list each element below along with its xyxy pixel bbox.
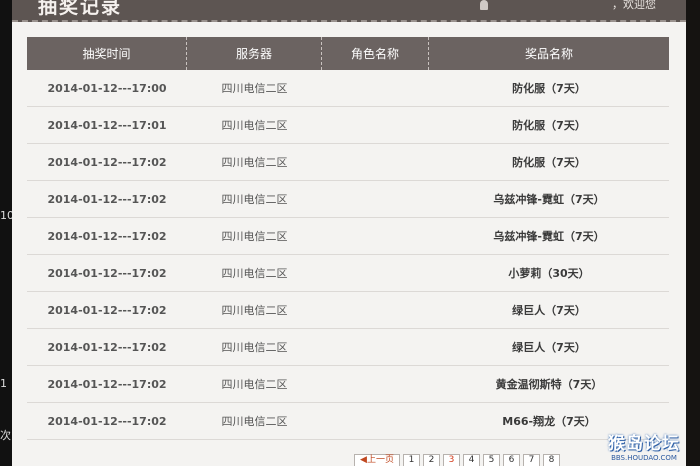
cell-role-name	[322, 181, 429, 217]
lottery-record-dialog: 抽奖记录 ，欢迎您 抽奖时间 服务器 角色名称 奖品名称 2014-01-12-…	[12, 0, 686, 466]
page-button-3[interactable]: 3	[443, 454, 460, 466]
column-header-server: 服务器	[187, 37, 322, 70]
dialog-header: 抽奖记录 ，欢迎您	[12, 0, 686, 22]
cell-server: 四川电信二区	[221, 341, 288, 354]
forum-watermark: 猴岛论坛 BBS.HOUDAO.COM	[608, 429, 680, 462]
table-row: 2014-01-12---17:02 四川电信二区 绿巨人（7天）	[27, 292, 669, 329]
cell-role-name	[322, 329, 429, 365]
cell-draw-time: 2014-01-12---17:00	[47, 81, 167, 95]
cell-server: 四川电信二区	[221, 119, 288, 132]
cell-role-name	[322, 144, 429, 180]
cell-draw-time: 2014-01-12---17:02	[47, 377, 167, 391]
cell-server: 四川电信二区	[221, 230, 288, 243]
cell-draw-time: 2014-01-12---17:02	[47, 192, 167, 206]
background-fragment: 10	[0, 209, 14, 222]
dialog-title: 抽奖记录	[38, 0, 123, 18]
page-button-5[interactable]: 5	[483, 454, 500, 466]
cell-role-name	[322, 70, 429, 106]
column-header-role-name: 角色名称	[322, 37, 429, 70]
background-fragment: 次	[0, 429, 11, 442]
watermark-logo-text: 猴岛论坛	[608, 434, 680, 454]
prev-page-button[interactable]: ◀ 上一页	[354, 454, 400, 466]
cell-server: 四川电信二区	[221, 193, 288, 206]
cell-prize-name: 防化服（7天）	[512, 82, 586, 95]
table-row: 2014-01-12---17:01 四川电信二区 防化服（7天）	[27, 107, 669, 144]
cell-draw-time: 2014-01-12---17:02	[47, 340, 167, 354]
table-row: 2014-01-12---17:02 四川电信二区 防化服（7天）	[27, 144, 669, 181]
cell-role-name	[322, 255, 429, 291]
cell-role-name	[322, 403, 429, 439]
table-row: 2014-01-12---17:02 四川电信二区 乌兹冲锋-霓虹（7天）	[27, 181, 669, 218]
background-fragment: 1	[0, 377, 7, 390]
greeting-text: ，欢迎您	[612, 0, 656, 11]
page-number-list: 12345678	[403, 454, 560, 466]
user-icon	[480, 0, 488, 10]
table-row: 2014-01-12---17:02 四川电信二区 绿巨人（7天）	[27, 329, 669, 366]
cell-server: 四川电信二区	[221, 415, 288, 428]
cell-draw-time: 2014-01-12---17:02	[47, 155, 167, 169]
cell-role-name	[322, 218, 429, 254]
watermark-url: BBS.HOUDAO.COM	[611, 454, 677, 462]
table-row: 2014-01-12---17:02 四川电信二区 黄金温彻斯特（7天）	[27, 366, 669, 403]
page-button-1[interactable]: 1	[403, 454, 420, 466]
cell-prize-name: 防化服（7天）	[512, 156, 586, 169]
cell-prize-name: 小萝莉（30天）	[508, 267, 590, 280]
page-button-7[interactable]: 7	[523, 454, 540, 466]
cell-draw-time: 2014-01-12---17:02	[47, 303, 167, 317]
cell-prize-name: 绿巨人（7天）	[512, 341, 586, 354]
table-header: 抽奖时间 服务器 角色名称 奖品名称	[27, 37, 669, 70]
page-button-2[interactable]: 2	[423, 454, 440, 466]
cell-server: 四川电信二区	[221, 267, 288, 280]
table-row: 2014-01-12---17:02 四川电信二区 乌兹冲锋-霓虹（7天）	[27, 218, 669, 255]
cell-server: 四川电信二区	[221, 82, 288, 95]
cell-draw-time: 2014-01-12---17:01	[47, 118, 167, 132]
cell-draw-time: 2014-01-12---17:02	[47, 414, 167, 428]
cell-server: 四川电信二区	[221, 156, 288, 169]
page-button-8[interactable]: 8	[543, 454, 560, 466]
prev-page-label: 上一页	[366, 455, 394, 465]
cell-prize-name: 黄金温彻斯特（7天）	[495, 378, 603, 391]
page-button-4[interactable]: 4	[463, 454, 480, 466]
cell-prize-name: 乌兹冲锋-霓虹（7天）	[493, 230, 605, 243]
cell-role-name	[322, 107, 429, 143]
cell-server: 四川电信二区	[221, 378, 288, 391]
pagination: ◀ 上一页 12345678	[354, 454, 560, 466]
table-row: 2014-01-12---17:02 四川电信二区 M66-翔龙（7天）	[27, 403, 669, 440]
cell-server: 四川电信二区	[221, 304, 288, 317]
page-button-6[interactable]: 6	[503, 454, 520, 466]
column-header-draw-time: 抽奖时间	[27, 37, 187, 70]
background-right-strip	[686, 0, 700, 466]
cell-role-name	[322, 366, 429, 402]
cell-draw-time: 2014-01-12---17:02	[47, 266, 167, 280]
column-header-prize-name: 奖品名称	[524, 47, 573, 61]
cell-draw-time: 2014-01-12---17:02	[47, 229, 167, 243]
table-body: 2014-01-12---17:00 四川电信二区 防化服（7天） 2014-01-1…	[27, 70, 669, 440]
table-row: 2014-01-12---17:00 四川电信二区 防化服（7天）	[27, 70, 669, 107]
cell-prize-name: 防化服（7天）	[512, 119, 586, 132]
lottery-record-table: 抽奖时间 服务器 角色名称 奖品名称 2014-01-12---17:00 四川电…	[27, 37, 669, 440]
cell-prize-name: 绿巨人（7天）	[512, 304, 586, 317]
cell-prize-name: 乌兹冲锋-霓虹（7天）	[493, 193, 605, 206]
cell-role-name	[322, 292, 429, 328]
table-row: 2014-01-12---17:02 四川电信二区 小萝莉（30天）	[27, 255, 669, 292]
